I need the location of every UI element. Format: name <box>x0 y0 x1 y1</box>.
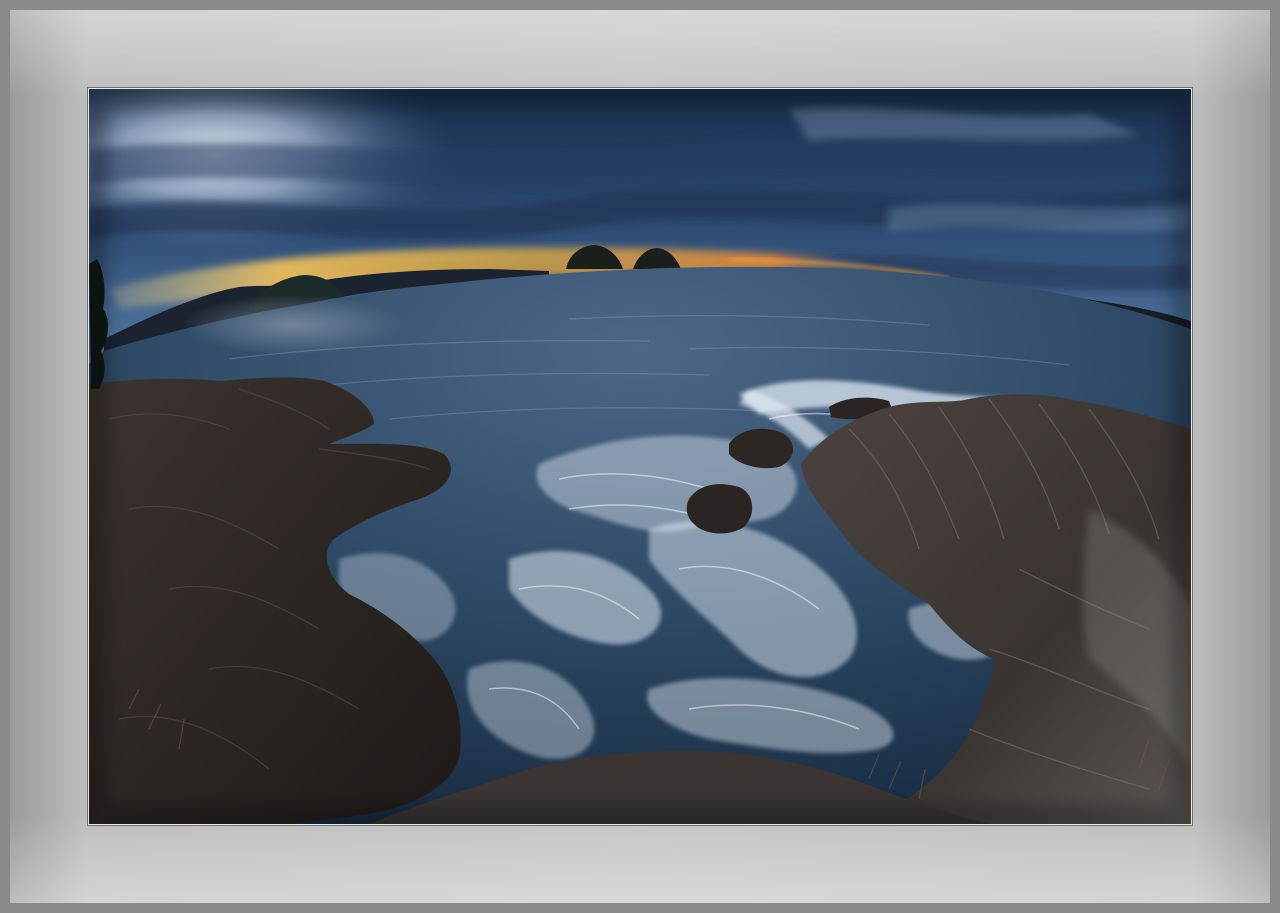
outer-frame <box>0 0 1280 913</box>
water-rock-1 <box>686 484 753 534</box>
seascape-photo <box>89 89 1191 824</box>
photo-border <box>88 88 1192 825</box>
